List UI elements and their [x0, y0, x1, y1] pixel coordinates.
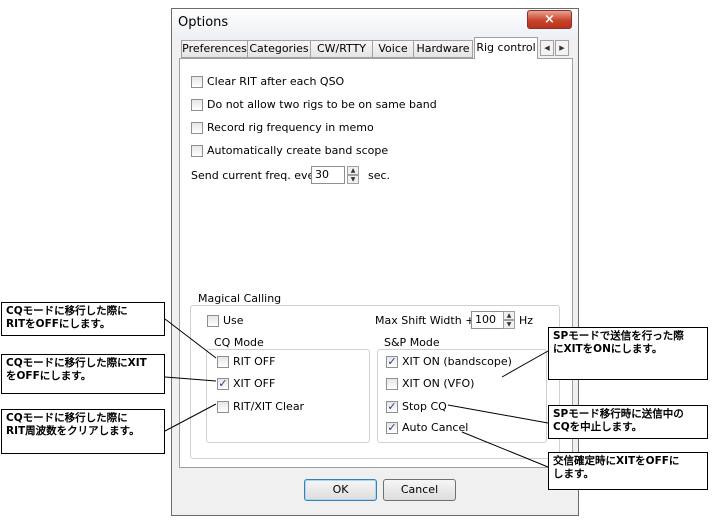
callout-text: SPモードで送信を行った際 — [553, 330, 684, 342]
tab-rig-control[interactable]: Rig control — [474, 37, 538, 59]
callout-text: CQモードに移行した際に — [6, 412, 128, 424]
callout-rit-clear: CQモードに移行した際に RIT周波数をクリアします。 — [1, 409, 165, 454]
callout-auto-cancel: 交信確定時にXITをOFFに します。 — [548, 452, 708, 490]
callout-line-xit-off — [164, 376, 217, 382]
callout-text: RIT周波数をクリアします。 — [6, 425, 140, 437]
callout-xit-off: CQモードに移行した際にXIT をOFFにします。 — [1, 354, 165, 394]
callout-text: します。 — [553, 468, 594, 480]
callout-xit-on: SPモードで送信を行った際 にXITをONにします。 — [548, 327, 708, 380]
callout-text: CQを中止します。 — [553, 421, 643, 433]
tab-label: Rig control — [476, 41, 536, 54]
callout-text: CQモードに移行した際にXIT — [6, 357, 147, 369]
callout-stop-cq: SPモード移行時に送信中の CQを中止します。 — [548, 405, 708, 439]
callout-text: CQモードに移行した際に — [6, 305, 128, 317]
callout-rit-off: CQモードに移行した際に RITをOFFにします。 — [1, 302, 165, 336]
callout-line-xit-on — [501, 350, 549, 378]
callout-text: RITをOFFにします。 — [6, 318, 111, 330]
callout-text: SPモード移行時に送信中の — [553, 408, 684, 420]
callout-line-stop-cq — [447, 404, 549, 424]
callout-line-rit-off — [164, 318, 217, 359]
callout-text: 交信確定時にXITをOFFに — [553, 455, 680, 467]
callout-line-auto-cancel — [461, 431, 549, 468]
callout-text: をOFFにします。 — [6, 370, 92, 382]
callout-text: にXITをONにします。 — [553, 343, 663, 355]
callout-line-rit-clear — [164, 403, 217, 432]
